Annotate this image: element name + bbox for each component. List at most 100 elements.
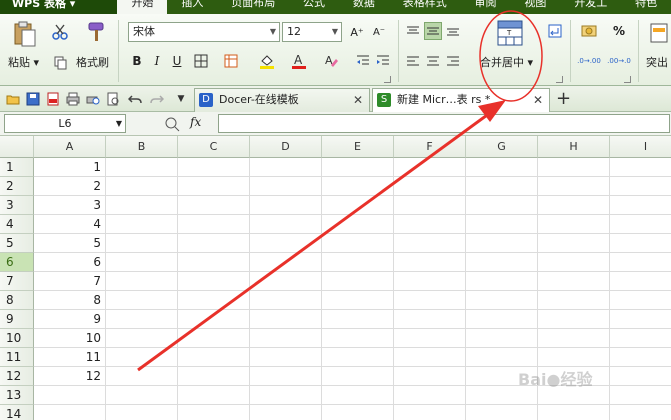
font-size-select[interactable]: 12 ▼: [282, 22, 342, 42]
row-header[interactable]: 11: [0, 348, 34, 367]
app-menu-button[interactable]: WPS 表格 ▾: [0, 0, 118, 14]
cell-a6[interactable]: 6: [34, 253, 106, 272]
print-icon[interactable]: [66, 92, 80, 106]
preview-icon[interactable]: [106, 92, 120, 106]
column-header-g[interactable]: G: [466, 136, 538, 158]
grow-font-button[interactable]: A⁺: [348, 23, 366, 41]
tab-special[interactable]: 特色: [621, 0, 671, 14]
column-header-a[interactable]: A: [34, 136, 106, 158]
cell-a4[interactable]: 4: [34, 215, 106, 234]
tab-insert[interactable]: 插入: [167, 0, 217, 14]
save-icon[interactable]: [26, 92, 40, 106]
cell-a2[interactable]: 2: [34, 177, 106, 196]
currency-icon[interactable]: [580, 22, 598, 40]
export-pdf-icon[interactable]: [46, 92, 60, 106]
clear-format-icon[interactable]: A: [322, 52, 340, 70]
cell-a10[interactable]: 10: [34, 329, 106, 348]
tab-formulas[interactable]: 公式: [289, 0, 339, 14]
cell-a5[interactable]: 5: [34, 234, 106, 253]
tab-page-layout[interactable]: 页面布局: [217, 0, 289, 14]
italic-button[interactable]: I: [148, 52, 166, 70]
column-header-d[interactable]: D: [250, 136, 322, 158]
fx-button[interactable]: fx: [190, 115, 201, 129]
select-all-corner[interactable]: [0, 136, 34, 158]
alignment-dialog-launcher[interactable]: [556, 76, 563, 83]
cell-a13[interactable]: [34, 386, 106, 405]
row-header[interactable]: 9: [0, 310, 34, 329]
row-header[interactable]: 3: [0, 196, 34, 215]
column-header-c[interactable]: C: [178, 136, 250, 158]
row-header[interactable]: 8: [0, 291, 34, 310]
new-tab-plus-icon[interactable]: +: [556, 88, 571, 109]
indent-increase-icon[interactable]: [374, 52, 392, 70]
column-header-h[interactable]: H: [538, 136, 610, 158]
column-header-i[interactable]: I: [610, 136, 671, 158]
row-header[interactable]: 12: [0, 367, 34, 386]
cell-a14[interactable]: [34, 405, 106, 420]
bold-button[interactable]: B: [128, 52, 146, 70]
wrap-text-icon[interactable]: [546, 22, 564, 40]
align-left-icon[interactable]: [404, 52, 422, 70]
number-dialog-launcher[interactable]: [624, 76, 631, 83]
merge-center-button[interactable]: T: [480, 20, 540, 46]
row-header[interactable]: 5: [0, 234, 34, 253]
merge-center-label[interactable]: 合并居中 ▾: [480, 54, 533, 70]
decrease-decimal-button[interactable]: .00→.0: [606, 52, 632, 70]
shrink-font-button[interactable]: A⁻: [370, 23, 388, 41]
redo-icon[interactable]: [150, 92, 165, 106]
row-header[interactable]: 1: [0, 158, 34, 177]
align-top-icon[interactable]: [404, 22, 422, 40]
column-header-b[interactable]: B: [106, 136, 178, 158]
percent-button[interactable]: %: [610, 22, 628, 40]
column-header-f[interactable]: F: [394, 136, 466, 158]
paste-label[interactable]: 粘贴 ▾: [8, 54, 39, 70]
name-box[interactable]: L6 ▼: [4, 114, 126, 133]
undo-icon[interactable]: [127, 92, 142, 106]
cell-a7[interactable]: 7: [34, 272, 106, 291]
copy-icon[interactable]: [52, 54, 70, 72]
font-name-select[interactable]: 宋体 ▼: [128, 22, 280, 42]
row-header[interactable]: 14: [0, 405, 34, 420]
row-header[interactable]: 6: [0, 253, 34, 272]
cell-style-icon[interactable]: [222, 52, 240, 70]
cell-a1[interactable]: 1: [34, 158, 106, 177]
row-header[interactable]: 13: [0, 386, 34, 405]
format-painter-icon[interactable]: [84, 20, 108, 44]
doc-tab-docer[interactable]: D Docer-在线模板 ✕: [194, 88, 370, 112]
paste-button[interactable]: [6, 20, 44, 48]
row-header[interactable]: 7: [0, 272, 34, 291]
print-preview-icon[interactable]: [86, 92, 100, 106]
open-folder-icon[interactable]: [6, 92, 20, 106]
cell-a12[interactable]: 12: [34, 367, 106, 386]
tab-table-style[interactable]: 表格样式: [389, 0, 461, 14]
zoom-formula-icon[interactable]: [164, 116, 180, 132]
conditional-format-button[interactable]: [646, 22, 671, 44]
indent-decrease-icon[interactable]: [354, 52, 372, 70]
align-middle-icon[interactable]: [424, 22, 442, 40]
underline-button[interactable]: U: [168, 52, 186, 70]
highlight-label[interactable]: 突出: [646, 54, 668, 70]
row-header[interactable]: 4: [0, 215, 34, 234]
row-header[interactable]: 10: [0, 329, 34, 348]
doc-tab-workbook[interactable]: S 新建 Micr…表 rs * ✕: [372, 88, 550, 112]
cut-icon[interactable]: [50, 22, 70, 42]
align-bottom-icon[interactable]: [444, 22, 462, 40]
font-color-icon[interactable]: A: [290, 52, 308, 70]
format-painter-label[interactable]: 格式刷: [76, 54, 109, 70]
tab-home[interactable]: 开始: [117, 0, 168, 14]
font-dialog-launcher[interactable]: [384, 76, 391, 83]
tab-developer[interactable]: 开发工: [560, 0, 621, 14]
borders-icon[interactable]: [192, 52, 210, 70]
align-right-icon[interactable]: [444, 52, 462, 70]
formula-input[interactable]: [218, 114, 670, 133]
cell-a9[interactable]: 9: [34, 310, 106, 329]
tab-view[interactable]: 视图: [510, 0, 560, 14]
cell-a11[interactable]: 11: [34, 348, 106, 367]
column-header-e[interactable]: E: [322, 136, 394, 158]
align-center-icon[interactable]: [424, 52, 442, 70]
customize-quick-access-icon[interactable]: ▼: [174, 92, 188, 106]
close-icon[interactable]: ✕: [533, 89, 543, 111]
increase-decimal-button[interactable]: .0→.00: [576, 52, 602, 70]
cell-a3[interactable]: 3: [34, 196, 106, 215]
row-header[interactable]: 2: [0, 177, 34, 196]
